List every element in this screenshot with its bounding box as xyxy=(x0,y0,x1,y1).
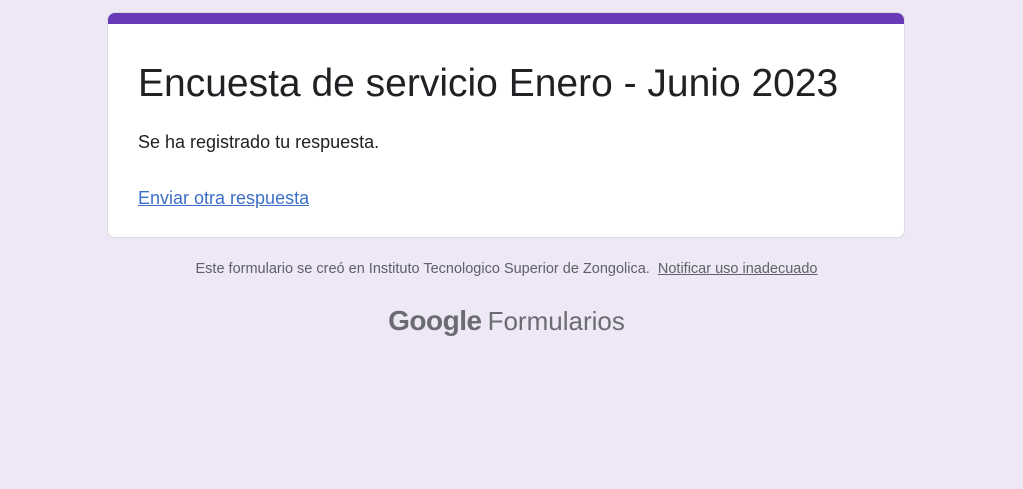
response-card: Encuesta de servicio Enero - Junio 2023 … xyxy=(107,12,905,238)
form-title: Encuesta de servicio Enero - Junio 2023 xyxy=(138,62,839,105)
google-forms-logo[interactable]: Google Formularios xyxy=(0,303,1013,344)
submit-another-response-link[interactable]: Enviar otra respuesta xyxy=(138,186,309,210)
google-wordmark: Google xyxy=(388,305,482,336)
card-accent-bar xyxy=(108,13,904,24)
report-abuse-link[interactable]: Notificar uso inadecuado xyxy=(658,261,818,277)
footer-notice: Este formulario se creó en Instituto Tec… xyxy=(0,259,1013,279)
confirmation-message: Se ha registrado tu respuesta. xyxy=(138,132,380,152)
footer-created-text: Este formulario se creó en Instituto Tec… xyxy=(195,261,650,277)
product-name: Formularios xyxy=(487,306,625,336)
